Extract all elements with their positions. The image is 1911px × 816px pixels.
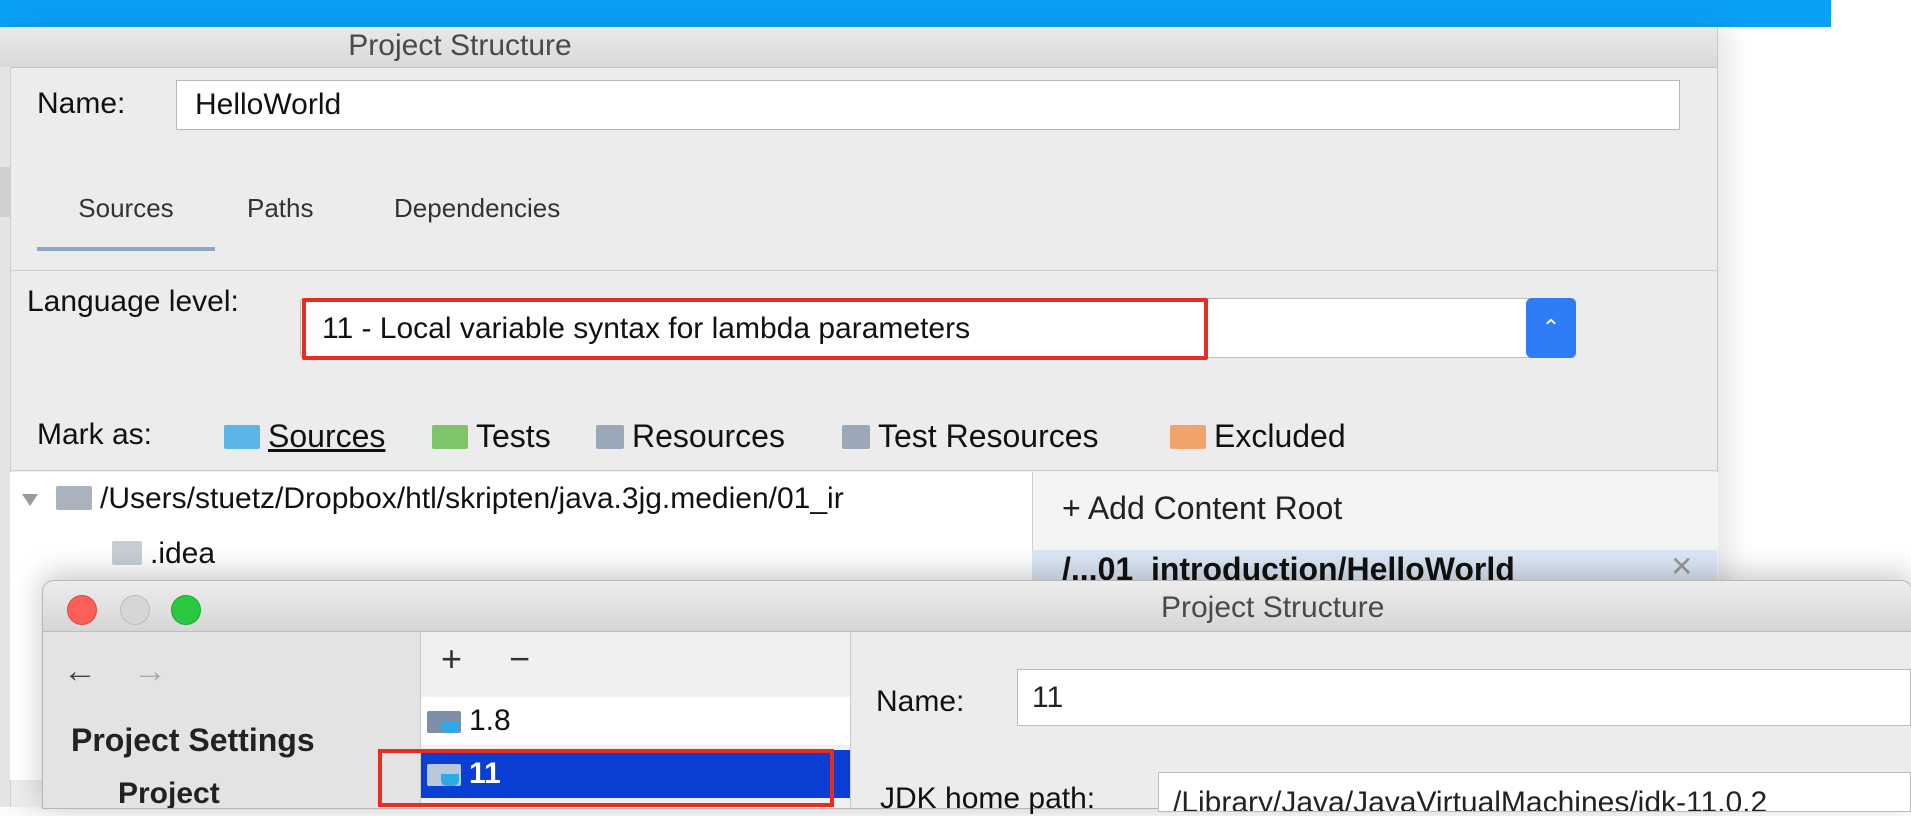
- sdk-name-input[interactable]: 11: [1017, 669, 1911, 726]
- mark-excluded-button[interactable]: Excluded: [1170, 418, 1346, 455]
- chevron-updown-icon: ⌃: [1541, 315, 1561, 340]
- language-level-dropdown-button[interactable]: ⌃: [1526, 298, 1576, 358]
- jdk-home-path-input[interactable]: /Library/Java/JavaVirtualMachines/jdk-11…: [1158, 772, 1911, 812]
- remove-sdk-button[interactable]: −: [509, 638, 530, 680]
- highlight-box: [302, 298, 1208, 360]
- back-arrow-icon[interactable]: ←: [63, 652, 97, 691]
- mark-test-resources-label: Test Resources: [878, 418, 1099, 454]
- mark-excluded-label: Excluded: [1214, 418, 1346, 454]
- close-window-button[interactable]: [67, 595, 97, 625]
- expand-triangle-icon[interactable]: [22, 494, 38, 507]
- mark-test-resources-button[interactable]: Test Resources: [842, 418, 1099, 455]
- mark-resources-label: Resources: [632, 418, 785, 454]
- selected-nav-edge: [0, 167, 10, 217]
- tree-idea-label: .idea: [150, 537, 216, 570]
- add-sdk-button[interactable]: +: [441, 638, 462, 680]
- window-title: Project Structure: [1161, 591, 1385, 624]
- tree-row[interactable]: .idea: [112, 537, 215, 571]
- forward-arrow-icon[interactable]: →: [133, 652, 167, 691]
- sdk-name-label: Name:: [876, 685, 965, 718]
- title-bar: [43, 581, 1911, 632]
- jdk-icon: [427, 707, 463, 735]
- sdk-label: 1.8: [469, 704, 511, 737]
- mark-sources-label: Sources: [268, 418, 386, 454]
- mark-sources-button[interactable]: Sources: [224, 418, 385, 455]
- mark-as-label: Mark as:: [37, 418, 153, 451]
- sources-folder-icon: [224, 425, 260, 449]
- mark-tests-label: Tests: [476, 418, 551, 454]
- tab-dependencies[interactable]: Dependencies: [394, 187, 560, 247]
- sdk-item-1-8[interactable]: 1.8: [421, 697, 850, 745]
- resources-folder-icon: [596, 425, 624, 449]
- mark-divider: [10, 470, 1717, 471]
- mark-tests-button[interactable]: Tests: [432, 418, 551, 455]
- mark-resources-button[interactable]: Resources: [596, 418, 785, 455]
- highlight-box: [378, 749, 834, 807]
- tree-root-label: /Users/stuetz/Dropbox/htl/skripten/java.…: [100, 482, 844, 515]
- tests-folder-icon: [432, 425, 468, 449]
- maximize-window-button[interactable]: [171, 595, 201, 625]
- close-icon[interactable]: ✕: [1670, 550, 1693, 583]
- tree-row[interactable]: /Users/stuetz/Dropbox/htl/skripten/java.…: [22, 482, 844, 516]
- tab-sources[interactable]: Sources: [37, 187, 215, 251]
- module-name-input[interactable]: HelloWorld: [176, 80, 1680, 130]
- window-title: Project Structure: [348, 29, 572, 62]
- tab-paths[interactable]: Paths: [247, 187, 314, 247]
- top-accent-bar: [0, 0, 1831, 27]
- nav-item-project[interactable]: Project: [118, 777, 220, 808]
- language-level-label: Language level:: [27, 285, 239, 318]
- settings-nav: ← → Project Settings Project: [43, 632, 421, 808]
- jdk-home-path-label: JDK home path:: [880, 782, 1096, 815]
- minimize-window-button[interactable]: [120, 595, 150, 625]
- add-content-root-button[interactable]: + Add Content Root: [1062, 490, 1342, 527]
- folder-icon: [112, 541, 142, 565]
- folder-icon: [56, 486, 92, 510]
- excluded-folder-icon: [1170, 425, 1206, 449]
- test-resources-folder-icon: [842, 425, 870, 449]
- module-name-label: Name:: [37, 87, 126, 120]
- project-settings-heading: Project Settings: [71, 722, 315, 758]
- tabs-divider: [10, 270, 1717, 271]
